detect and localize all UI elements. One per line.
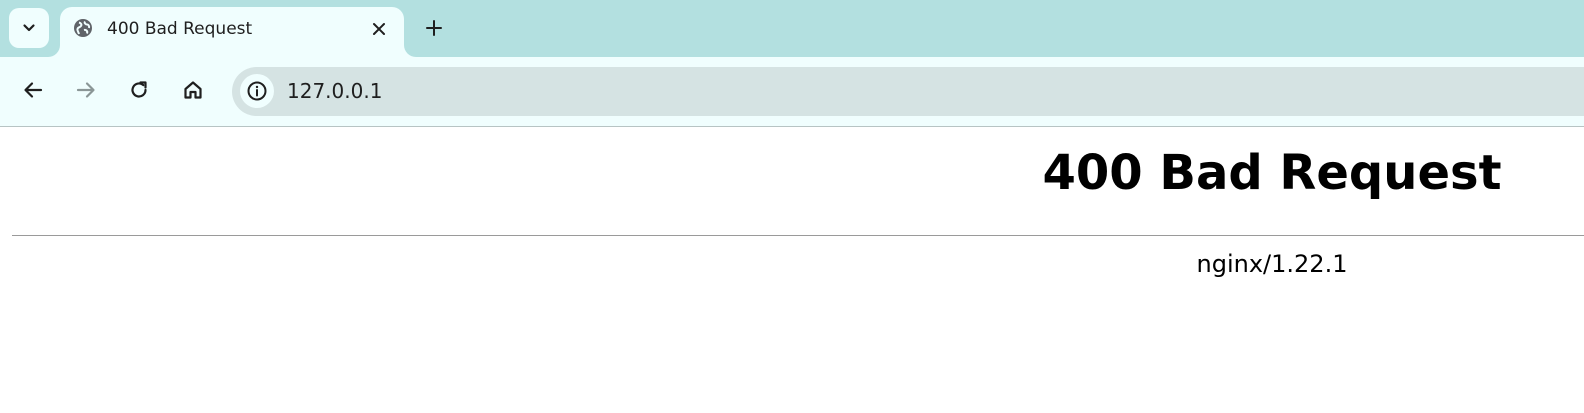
new-tab-button[interactable] <box>420 14 448 42</box>
home-button[interactable] <box>177 74 209 106</box>
chevron-down-icon <box>21 20 37 36</box>
close-icon <box>372 22 386 36</box>
back-arrow-icon <box>22 79 44 101</box>
navigation-toolbar: 127.0.0.1 <box>0 57 1584 127</box>
tab-active[interactable]: 400 Bad Request <box>60 7 404 57</box>
forward-button[interactable] <box>70 74 102 106</box>
forward-arrow-icon <box>75 79 97 101</box>
site-info-button[interactable] <box>240 74 274 108</box>
address-bar[interactable]: 127.0.0.1 <box>232 67 1584 116</box>
plus-icon <box>425 19 443 37</box>
tab-search-button[interactable] <box>9 8 49 48</box>
back-button[interactable] <box>17 74 49 106</box>
page-content: 400 Bad Request nginx/1.22.1 <box>0 127 1584 413</box>
info-icon <box>246 80 268 102</box>
globe-icon <box>73 18 93 38</box>
reload-button[interactable] <box>123 74 155 106</box>
page-title: 400 Bad Request <box>1042 145 1502 201</box>
home-icon <box>182 79 204 101</box>
reload-icon <box>128 79 150 101</box>
tab-strip: 400 Bad Request <box>0 0 1584 57</box>
close-tab-button[interactable] <box>368 18 390 40</box>
tab-title: 400 Bad Request <box>107 19 253 39</box>
url-text[interactable]: 127.0.0.1 <box>287 79 382 103</box>
divider <box>12 235 1584 236</box>
browser-window: 400 Bad Request 127.0.0.1 400 Bad Reques… <box>0 0 1584 413</box>
server-signature: nginx/1.22.1 <box>1196 250 1348 278</box>
